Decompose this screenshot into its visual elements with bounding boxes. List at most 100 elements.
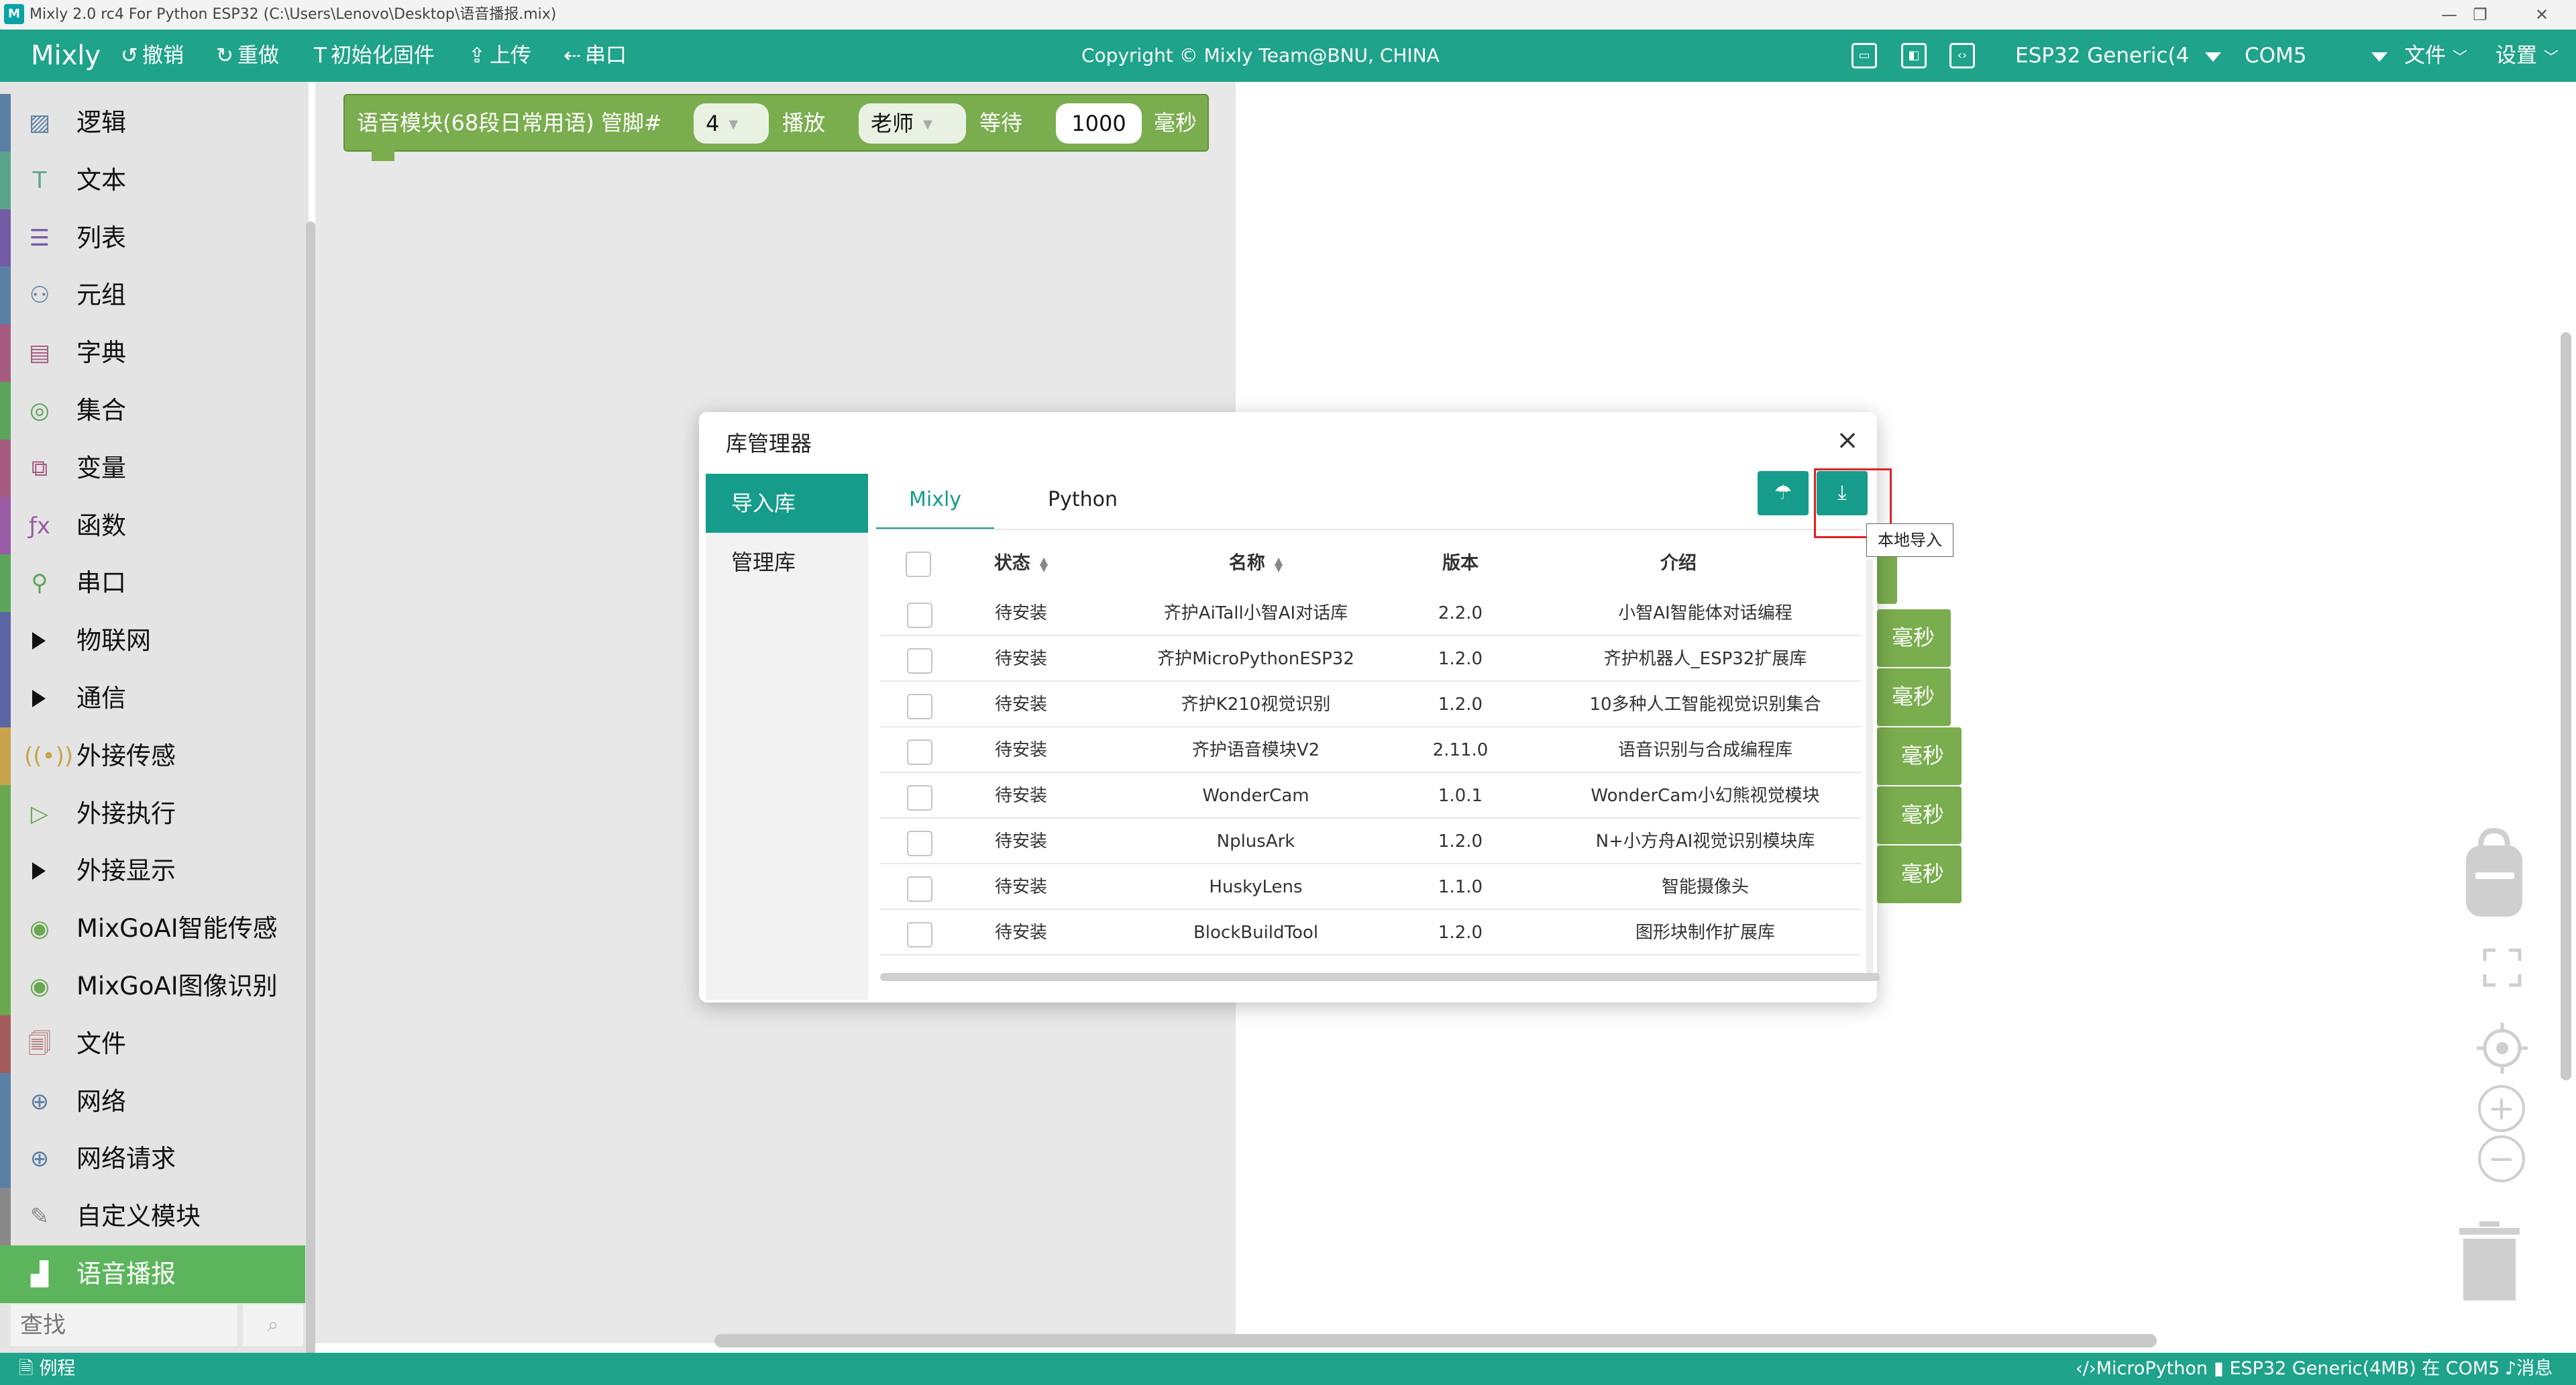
table-vertical-scrollbar[interactable]: [1866, 560, 1873, 976]
background-block[interactable]: 毫秒: [1877, 786, 1962, 844]
sidebar-scrollbar[interactable]: [306, 221, 315, 1355]
sidebar-item[interactable]: ☰ 列表: [0, 209, 305, 267]
row-checkbox[interactable]: [907, 603, 932, 628]
sidebar-item[interactable]: ▟ 语音播报: [0, 1245, 305, 1303]
row-checkbox[interactable]: [907, 694, 932, 719]
upload-button[interactable]: ⇪ 上传: [468, 30, 531, 82]
board-select[interactable]: ESP32 Generic(4: [2015, 30, 2222, 82]
init-firmware-button[interactable]: T 初始化固件: [314, 30, 435, 82]
port-select[interactable]: COM5: [2245, 30, 2387, 82]
sidebar-item[interactable]: ⚲ 串口: [0, 554, 305, 612]
sidebar-item[interactable]: ⚇ 元组: [0, 266, 305, 324]
select-all-checkbox[interactable]: [906, 552, 931, 577]
panel-icon[interactable]: ◧: [1901, 43, 1927, 68]
pin-dropdown[interactable]: 4 ▼: [694, 103, 769, 144]
sidebar-item[interactable]: 外接显示: [0, 842, 305, 900]
brand-logo[interactable]: Mixly: [31, 30, 101, 82]
column-header-status[interactable]: 状态 ▲ ▼: [974, 538, 1068, 589]
sidebar-item[interactable]: ((•)) 外接传感: [0, 727, 305, 785]
table-row[interactable]: 待安装 齐护MicroPythonESP32 1.2.0 齐护机器人_ESP32扩展库: [880, 636, 1861, 682]
zoom-out-button[interactable]: −: [2478, 1135, 2525, 1182]
manage-library-tab[interactable]: 管理库: [706, 533, 868, 592]
sidebar-item[interactable]: ƒx 函数: [0, 497, 305, 555]
examples-button[interactable]: 🗎 例程: [19, 1353, 75, 1385]
table-row[interactable]: 待安装 齐护AiTall小智AI对话库 2.2.0 小智AI智能体对话编程: [880, 591, 1861, 636]
background-block[interactable]: 毫秒: [1877, 727, 1962, 785]
import-library-tab[interactable]: 导入库: [706, 474, 868, 533]
board-status[interactable]: ▮ ESP32 Generic(4MB) 在 COM5: [2214, 1353, 2500, 1385]
expand-triangle-icon[interactable]: [32, 632, 46, 650]
workspace-horizontal-scrollbar[interactable]: [714, 1334, 2157, 1347]
category-color-bar: [0, 209, 11, 267]
table-row[interactable]: 待安装 齐护K210视觉识别 1.2.0 10多种人工智能视觉识别集合: [880, 682, 1861, 727]
workspace-vertical-scrollbar[interactable]: [2561, 332, 2571, 1080]
sidebar-item[interactable]: T 文本: [0, 152, 305, 209]
center-target-icon[interactable]: [2475, 1021, 2529, 1075]
background-block[interactable]: [1877, 550, 1897, 604]
module-icon: ▟: [30, 1261, 49, 1288]
serial-button[interactable]: ⇠ 串口: [564, 30, 627, 82]
restore-button[interactable]: ❐: [2450, 0, 2510, 30]
name-cell: 齐护MicroPythonESP32: [1157, 649, 1354, 669]
backpack-icon[interactable]: [2463, 825, 2525, 919]
language-indicator[interactable]: ‹/›MicroPython: [2076, 1353, 2208, 1385]
sidebar-item[interactable]: ✎ 自定义模块: [0, 1188, 305, 1245]
status-cell: 待安装: [994, 695, 1047, 715]
row-checkbox[interactable]: [907, 831, 932, 856]
column-header-name[interactable]: 名称 ▲ ▼: [1148, 538, 1363, 589]
sidebar-item[interactable]: ⊕ 网络请求: [0, 1130, 305, 1188]
description-cell: 齐护机器人_ESP32扩展库: [1603, 649, 1807, 669]
sidebar-item[interactable]: ◉ MixGoAI智能传感: [0, 900, 305, 958]
row-checkbox[interactable]: [907, 876, 932, 902]
background-block-label: 毫秒: [1901, 802, 1945, 827]
sidebar-item[interactable]: ▤ 字典: [0, 324, 305, 382]
messages-button[interactable]: ♪消息: [2505, 1353, 2553, 1385]
row-checkbox[interactable]: [907, 739, 932, 765]
tab-mixly[interactable]: Mixly: [876, 470, 994, 530]
sidebar-item[interactable]: ▨ 逻辑: [0, 94, 305, 152]
duration-input[interactable]: 1000: [1056, 103, 1142, 144]
row-checkbox[interactable]: [907, 785, 932, 811]
sidebar-item[interactable]: 🗐 文件: [0, 1015, 305, 1073]
settings-menu[interactable]: 设置 ﹀: [2496, 30, 2559, 82]
tab-python[interactable]: Python: [1016, 470, 1150, 530]
table-row[interactable]: 待安装 HuskyLens 1.1.0 智能摄像头: [880, 864, 1861, 910]
table-row[interactable]: 待安装 齐护语音模块V2 2.11.0 语音识别与合成编程库: [880, 727, 1861, 773]
search-icon[interactable]: ⌕: [243, 1304, 303, 1346]
expand-triangle-icon[interactable]: [32, 690, 46, 707]
sidebar-item[interactable]: ▷ 外接执行: [0, 785, 305, 843]
cloud-import-button[interactable]: ☂: [1758, 471, 1809, 515]
row-checkbox[interactable]: [907, 922, 932, 947]
sidebar-item[interactable]: ◎ 集合: [0, 382, 305, 440]
file-menu[interactable]: 文件 ﹀: [2404, 30, 2467, 82]
table-horizontal-scrollbar[interactable]: [880, 973, 1880, 981]
background-block[interactable]: 毫秒: [1877, 845, 1962, 903]
sidebar-item[interactable]: ⧉ 变量: [0, 440, 305, 497]
undo-button[interactable]: ↺ 撤销: [121, 30, 184, 82]
background-block[interactable]: 毫秒: [1877, 668, 1951, 726]
sidebar-item[interactable]: ◉ MixGoAI图像识别: [0, 958, 305, 1015]
background-block[interactable]: 毫秒: [1877, 609, 1951, 667]
table-row[interactable]: 待安装 WonderCam 1.0.1 WonderCam小幻熊视觉模块: [880, 773, 1861, 819]
row-checkbox[interactable]: [907, 648, 932, 674]
trash-icon[interactable]: [2459, 1221, 2520, 1302]
category-search-input[interactable]: [11, 1304, 237, 1346]
serial-icon: ⚲: [31, 570, 48, 597]
zoom-in-button[interactable]: +: [2478, 1085, 2525, 1132]
layout-icon[interactable]: ▭: [1851, 43, 1877, 68]
voice-module-block[interactable]: 语音模块(68段日常用语) 管脚# 4 ▼ 播放 老师 ▼ 等待 1000 毫秒: [343, 94, 1209, 161]
board-status-label: ESP32 Generic(4MB) 在 COM5: [2229, 1358, 2500, 1379]
redo-button[interactable]: ↻ 重做: [216, 30, 279, 82]
close-window-button[interactable]: ✕: [2512, 0, 2572, 30]
fullscreen-icon[interactable]: [2482, 947, 2522, 988]
phrase-dropdown[interactable]: 老师 ▼: [859, 103, 966, 144]
table-row[interactable]: 待安装 BlockBuildTool 1.2.0 图形块制作扩展库: [880, 910, 1861, 956]
sidebar-item[interactable]: 通信: [0, 670, 305, 727]
sidebar-item[interactable]: 物联网: [0, 612, 305, 670]
expand-triangle-icon[interactable]: [32, 862, 46, 880]
name-cell: 齐护语音模块V2: [1191, 740, 1320, 760]
table-row[interactable]: 待安装 NplusArk 1.2.0 N+小方舟AI视觉识别模块库: [880, 819, 1861, 864]
sidebar-item[interactable]: ⊕ 网络: [0, 1073, 305, 1131]
close-icon[interactable]: ×: [1833, 425, 1862, 455]
code-view-icon[interactable]: ‹›: [1949, 43, 1975, 68]
